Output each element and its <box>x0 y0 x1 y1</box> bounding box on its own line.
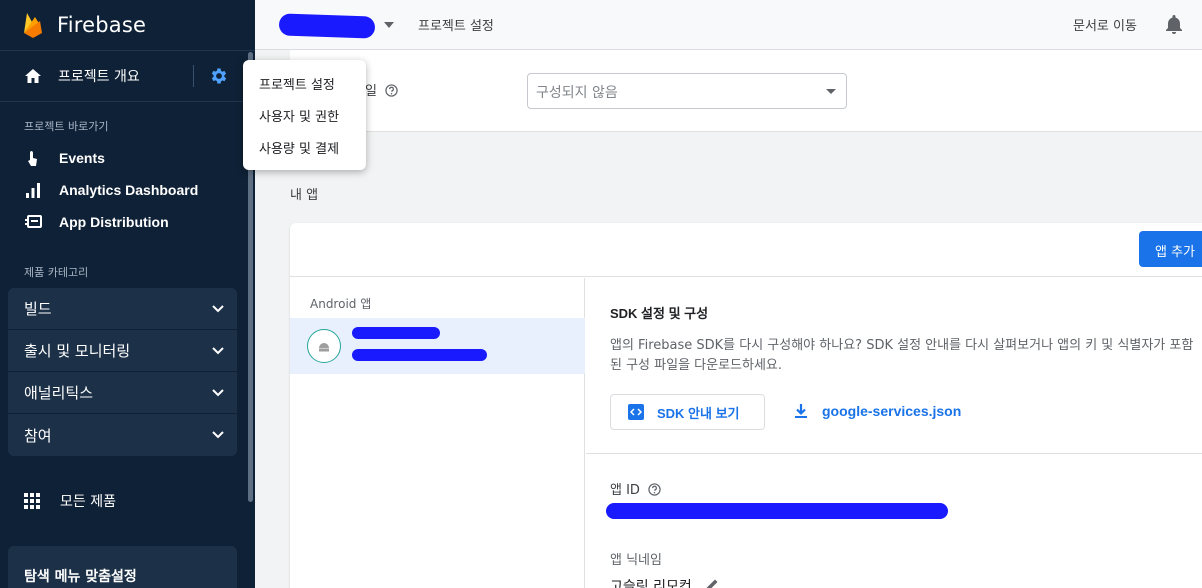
firebase-logo-icon <box>24 13 42 38</box>
category-release-monitor[interactable]: 출시 및 모니터링 <box>8 330 237 372</box>
nickname-text: 고슬링 리모컨 <box>610 579 692 588</box>
brand[interactable]: Firebase <box>0 0 255 50</box>
main-content: 일 구성되지 않음 내 앱 앱 추가 Android 앱 SDK 설정 및 구성… <box>255 50 1202 588</box>
category-engage[interactable]: 참여 <box>8 414 237 456</box>
apps-card: 앱 추가 Android 앱 SDK 설정 및 구성 앱의 Firebase S… <box>290 223 1202 588</box>
nickname-label: 앱 닉네임 <box>610 553 662 568</box>
sdk-button-label: SDK 안내 보기 <box>657 405 740 421</box>
app-id-label: 앱 ID <box>610 479 661 498</box>
category-label: 애널리틱스 <box>24 384 94 402</box>
nickname-value: 고슬링 리모컨 <box>610 576 720 588</box>
app-list: Android 앱 <box>290 278 585 588</box>
app-name-redacted <box>352 327 440 339</box>
sdk-description: 앱의 Firebase SDK를 다시 구성해야 하나요? SDK 설정 안내를… <box>610 338 1194 373</box>
sdk-title: SDK 설정 및 구성 <box>610 306 709 321</box>
help-icon[interactable] <box>385 84 398 97</box>
category-list: 빌드 출시 및 모니터링 애널리틱스 참여 <box>0 288 255 456</box>
sdk-instructions-button[interactable]: SDK 안내 보기 <box>610 394 765 430</box>
json-link-label: google-services.json <box>822 403 962 419</box>
bar-chart-icon <box>26 183 40 198</box>
sidebar-item-app-distribution[interactable]: App Distribution <box>0 206 255 238</box>
pencil-icon[interactable] <box>704 577 720 588</box>
android-icon <box>307 329 341 363</box>
chevron-down-icon <box>212 388 224 396</box>
menu-item-usage-billing[interactable]: 사용량 및 결제 <box>243 131 366 163</box>
all-products-link[interactable]: 모든 제품 <box>0 478 255 524</box>
download-config-link[interactable]: google-services.json <box>792 402 961 420</box>
shortcuts-label: 프로젝트 바로가기 <box>24 120 109 133</box>
code-icon <box>628 404 644 420</box>
config-select[interactable]: 구성되지 않음 <box>527 73 847 109</box>
gear-icon[interactable] <box>209 66 229 86</box>
sidebar-item-label: Analytics Dashboard <box>59 182 199 198</box>
category-build[interactable]: 빌드 <box>8 288 237 330</box>
menu-item-project-settings[interactable]: 프로젝트 설정 <box>243 67 366 99</box>
category-analytics[interactable]: 애널리틱스 <box>8 372 237 414</box>
config-card: 일 구성되지 않음 <box>290 50 1202 132</box>
android-robot-icon <box>319 343 329 352</box>
apps-header: 앱 추가 <box>290 223 1202 277</box>
sidebar-item-label: App Distribution <box>59 214 169 230</box>
top-bar: 프로젝트 설정 문서로 이동 <box>255 0 1202 50</box>
home-icon <box>25 69 41 83</box>
docs-link[interactable]: 문서로 이동 <box>1073 15 1137 34</box>
app-package-redacted <box>352 349 487 361</box>
app-id-label-text: 앱 ID <box>610 483 640 498</box>
select-value: 구성되지 않음 <box>536 85 618 101</box>
customize-nav-button[interactable]: 탐색 메뉴 맞춤설정 <box>8 546 237 588</box>
sidebar: Firebase 프로젝트 개요 프로젝트 바로가기 Events Analyt… <box>0 0 255 588</box>
settings-menu: 프로젝트 설정 사용자 및 권한 사용량 및 결제 <box>243 60 366 170</box>
category-label: 빌드 <box>24 300 52 318</box>
add-app-button[interactable]: 앱 추가 <box>1139 231 1202 267</box>
sidebar-item-label: Events <box>59 150 105 166</box>
bell-icon[interactable] <box>1163 13 1185 35</box>
caret-down-icon[interactable] <box>383 19 395 31</box>
download-icon <box>795 404 807 418</box>
project-overview[interactable]: 프로젝트 개요 <box>0 50 255 102</box>
my-apps-title: 내 앱 <box>290 188 319 203</box>
config-label-text: 일 <box>365 84 377 99</box>
sidebar-item-analytics-dashboard[interactable]: Analytics Dashboard <box>0 174 255 206</box>
all-products-label: 모든 제품 <box>60 494 116 510</box>
dropdown-arrow-icon <box>826 89 836 94</box>
project-name-redacted[interactable] <box>278 13 376 39</box>
brand-name: Firebase <box>57 13 147 37</box>
breadcrumb: 프로젝트 설정 <box>418 19 494 34</box>
chevron-down-icon <box>212 346 224 354</box>
category-label: 참여 <box>24 426 52 445</box>
app-id-redacted <box>606 503 948 519</box>
category-label: 출시 및 모니터링 <box>24 342 131 360</box>
sidebar-item-events[interactable]: Events <box>0 142 255 174</box>
grid-icon <box>24 493 40 509</box>
touch-icon <box>28 151 37 166</box>
list-item[interactable] <box>290 318 585 374</box>
app-distribution-icon <box>25 215 42 228</box>
config-label: 일 <box>365 80 398 99</box>
categories-label: 제품 카테고리 <box>24 266 89 279</box>
chevron-down-icon <box>212 431 224 439</box>
android-apps-label: Android 앱 <box>310 297 372 311</box>
app-detail: SDK 설정 및 구성 앱의 Firebase SDK를 다시 구성해야 하나요… <box>586 278 1202 588</box>
help-icon[interactable] <box>648 483 661 496</box>
overview-label: 프로젝트 개요 <box>58 69 140 85</box>
divider <box>586 453 1202 454</box>
divider <box>193 65 194 87</box>
menu-item-users-permissions[interactable]: 사용자 및 권한 <box>243 99 366 131</box>
chevron-down-icon <box>212 304 224 312</box>
